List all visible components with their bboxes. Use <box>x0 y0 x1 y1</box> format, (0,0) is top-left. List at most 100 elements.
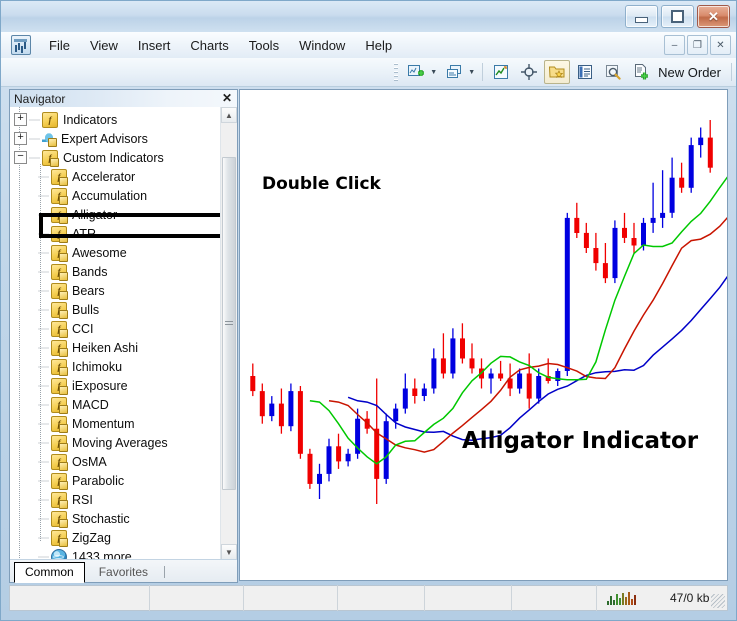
tree-item-awesome[interactable]: f Awesome <box>10 243 237 262</box>
crosshair-button[interactable] <box>516 60 542 84</box>
tree-item-stochastic[interactable]: f Stochastic <box>10 509 237 528</box>
tree-item-label: Moving Averages <box>72 435 168 450</box>
tree-item-alligator[interactable]: f Alligator <box>10 205 237 224</box>
signal-bar <box>616 593 618 605</box>
tree-item-moving-averages[interactable]: f Moving Averages <box>10 433 237 452</box>
tree-item-accelerator[interactable]: f Accelerator <box>10 167 237 186</box>
signal-bar <box>610 595 612 605</box>
menu-item-view[interactable]: View <box>80 35 128 56</box>
resize-grip-icon[interactable] <box>711 594 725 608</box>
tree-guide-line-children <box>40 164 41 541</box>
tree-item-label: MACD <box>72 397 109 412</box>
custom-indicator-icon: f <box>51 339 68 357</box>
tab-common[interactable]: Common <box>14 562 85 583</box>
navigator-title-bar: Navigator ✕ <box>10 90 237 108</box>
menu-item-insert[interactable]: Insert <box>128 35 181 56</box>
tree-item-label: Stochastic <box>72 511 130 526</box>
mdi-close-button[interactable]: ✕ <box>710 35 731 55</box>
scroll-down-button[interactable]: ▼ <box>221 544 237 560</box>
minimize-icon <box>635 16 648 23</box>
new-order-button[interactable]: New Order <box>655 65 727 80</box>
custom-indicator-icon: f <box>51 472 68 490</box>
tree-item-zigzag[interactable]: f ZigZag <box>10 528 237 547</box>
tree-item-label: Awesome <box>72 245 127 260</box>
tab-favorites[interactable]: Favorites <box>89 563 158 582</box>
tree-item-momentum[interactable]: f Momentum <box>10 414 237 433</box>
tree-item-rsi[interactable]: f RSI <box>10 490 237 509</box>
tree-item-cci[interactable]: f CCI <box>10 319 237 338</box>
status-bar: 47/0 kb <box>9 585 728 611</box>
tree-item-atr[interactable]: f ATR <box>10 224 237 243</box>
menu-item-window[interactable]: Window <box>289 35 355 56</box>
tree-item-label: Heiken Ashi <box>72 340 139 355</box>
signal-bar <box>631 598 633 605</box>
tree-item-expert-advisors[interactable]: + Expert Advisors <box>10 129 237 148</box>
templates-button[interactable] <box>544 60 571 84</box>
profiles-dropdown[interactable]: ▼ <box>468 69 475 76</box>
menu-item-help[interactable]: Help <box>355 35 402 56</box>
tree-expander[interactable]: + <box>14 113 27 126</box>
tree-item-macd[interactable]: f MACD <box>10 395 237 414</box>
status-cell-5 <box>425 585 511 611</box>
tree-expander[interactable]: − <box>14 151 27 164</box>
menu-item-file[interactable]: File <box>39 35 80 56</box>
custom-indicator-icon: f <box>51 510 68 528</box>
tree-item-label: Alligator <box>72 207 118 222</box>
toolbar-separator <box>482 63 484 81</box>
tree-item-custom-indicators[interactable]: − f Custom Indicators <box>10 148 237 167</box>
scroll-up-button[interactable]: ▲ <box>221 107 237 123</box>
tree-item-indicators[interactable]: + f Indicators <box>10 110 237 129</box>
tree-item-iexposure[interactable]: f iExposure <box>10 376 237 395</box>
new-chart-dropdown[interactable]: ▼ <box>430 69 437 76</box>
tree-item-accumulation[interactable]: f Accumulation <box>10 186 237 205</box>
toolbar-grip[interactable] <box>394 63 399 81</box>
custom-indicator-icon: f <box>51 206 68 224</box>
tree-item-heiken-ashi[interactable]: f Heiken Ashi <box>10 338 237 357</box>
profiles-button[interactable] <box>441 60 467 84</box>
mdi-minimize-button[interactable]: – <box>664 35 685 55</box>
tree-item-ichimoku[interactable]: f Ichimoku <box>10 357 237 376</box>
template-star-icon <box>549 66 565 79</box>
tree-item-label: Bulls <box>72 302 100 317</box>
scrollbar-thumb[interactable] <box>222 157 236 490</box>
tree-item-label: ATR <box>72 226 97 241</box>
price-chart-panel[interactable]: Double Click Alligator Indicator <box>239 89 728 581</box>
navigator-scrollbar[interactable]: ▲ ▼ <box>220 107 237 560</box>
navigator-close-icon[interactable]: ✕ <box>218 91 232 105</box>
tree-item-label: Accumulation <box>72 188 148 203</box>
candlestick-chart <box>250 120 727 504</box>
tree-item-osma[interactable]: f OsMA <box>10 452 237 471</box>
tree-item-label: ZigZag <box>72 530 111 545</box>
new-chart-button[interactable] <box>403 60 429 84</box>
indicators-button[interactable] <box>488 60 514 84</box>
tree-item-bears[interactable]: f Bears <box>10 281 237 300</box>
tree-item-label: CCI <box>72 321 94 336</box>
status-cell-2 <box>150 585 243 611</box>
signal-bar <box>622 592 624 605</box>
signal-bar <box>628 591 630 605</box>
toolbar-end-separator <box>731 63 732 81</box>
zoom-tool-button[interactable] <box>600 60 626 84</box>
profiles-icon <box>447 65 462 78</box>
custom-indicator-icon: f <box>51 415 68 433</box>
window-close-button[interactable]: ✕ <box>697 5 730 28</box>
menu-item-tools[interactable]: Tools <box>239 35 289 56</box>
mdi-restore-button[interactable]: ❐ <box>687 35 708 55</box>
expert-advisor-icon <box>42 131 57 147</box>
tree-item-bulls[interactable]: f Bulls <box>10 300 237 319</box>
tree-expander[interactable]: + <box>14 132 27 145</box>
signal-strength-icon <box>607 591 636 605</box>
chart-app-icon <box>11 35 31 55</box>
new-order-icon-button[interactable] <box>628 60 654 84</box>
menu-item-charts[interactable]: Charts <box>180 35 238 56</box>
window-maximize-button[interactable] <box>661 5 694 28</box>
custom-indicator-icon: f <box>51 168 68 186</box>
terminal-button[interactable] <box>572 60 598 84</box>
window-minimize-button[interactable] <box>625 5 658 28</box>
tree-item-bands[interactable]: f Bands <box>10 262 237 281</box>
tree-item-parabolic[interactable]: f Parabolic <box>10 471 237 490</box>
close-icon: ✕ <box>708 9 719 24</box>
crosshair-icon <box>521 64 538 80</box>
main-toolbar: ▼ ▼ New Order <box>1 58 736 87</box>
navigator-tree: + f Indicators + Expert Advisors − f Custom Ind… <box>10 107 237 560</box>
